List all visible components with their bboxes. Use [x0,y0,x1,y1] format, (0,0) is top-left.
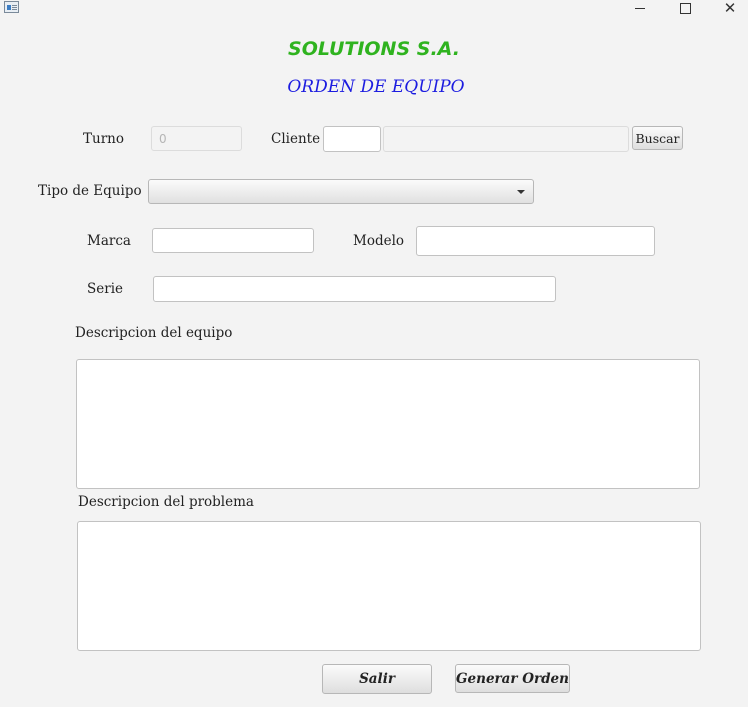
minimize-icon [635,7,645,9]
modelo-label: Modelo [353,233,405,249]
salir-button[interactable]: Salir [322,664,432,694]
descripcion-problema-label: Descripcion del problema [78,494,254,510]
buscar-button[interactable]: Buscar [632,126,683,150]
tipo-equipo-dropdown[interactable] [148,179,534,204]
turno-label: Turno [83,131,124,147]
maximize-icon [679,2,691,14]
form-title: ORDEN DE EQUIPO [287,77,465,97]
serie-field[interactable] [153,276,556,302]
close-button[interactable]: ✕ [708,0,748,16]
cliente-name-field[interactable] [383,126,629,152]
marca-field[interactable] [152,228,314,253]
cliente-code-field[interactable] [323,126,381,152]
cliente-label: Cliente [271,131,321,147]
tipo-equipo-label: Tipo de Equipo [38,183,142,199]
app-icon [4,1,19,13]
descripcion-problema-textarea[interactable] [77,521,701,651]
chevron-down-icon [517,190,525,194]
close-icon: ✕ [723,0,737,17]
serie-label: Serie [87,281,123,297]
turno-field[interactable] [151,126,242,151]
modelo-field[interactable] [416,226,655,256]
descripcion-equipo-textarea[interactable] [76,359,700,489]
maximize-button[interactable] [663,0,707,16]
descripcion-equipo-label: Descripcion del equipo [75,325,233,341]
generar-orden-button[interactable]: Generar Orden [455,664,570,693]
minimize-button[interactable] [618,0,662,16]
company-title: SOLUTIONS S.A. [288,38,460,60]
marca-label: Marca [87,233,131,249]
